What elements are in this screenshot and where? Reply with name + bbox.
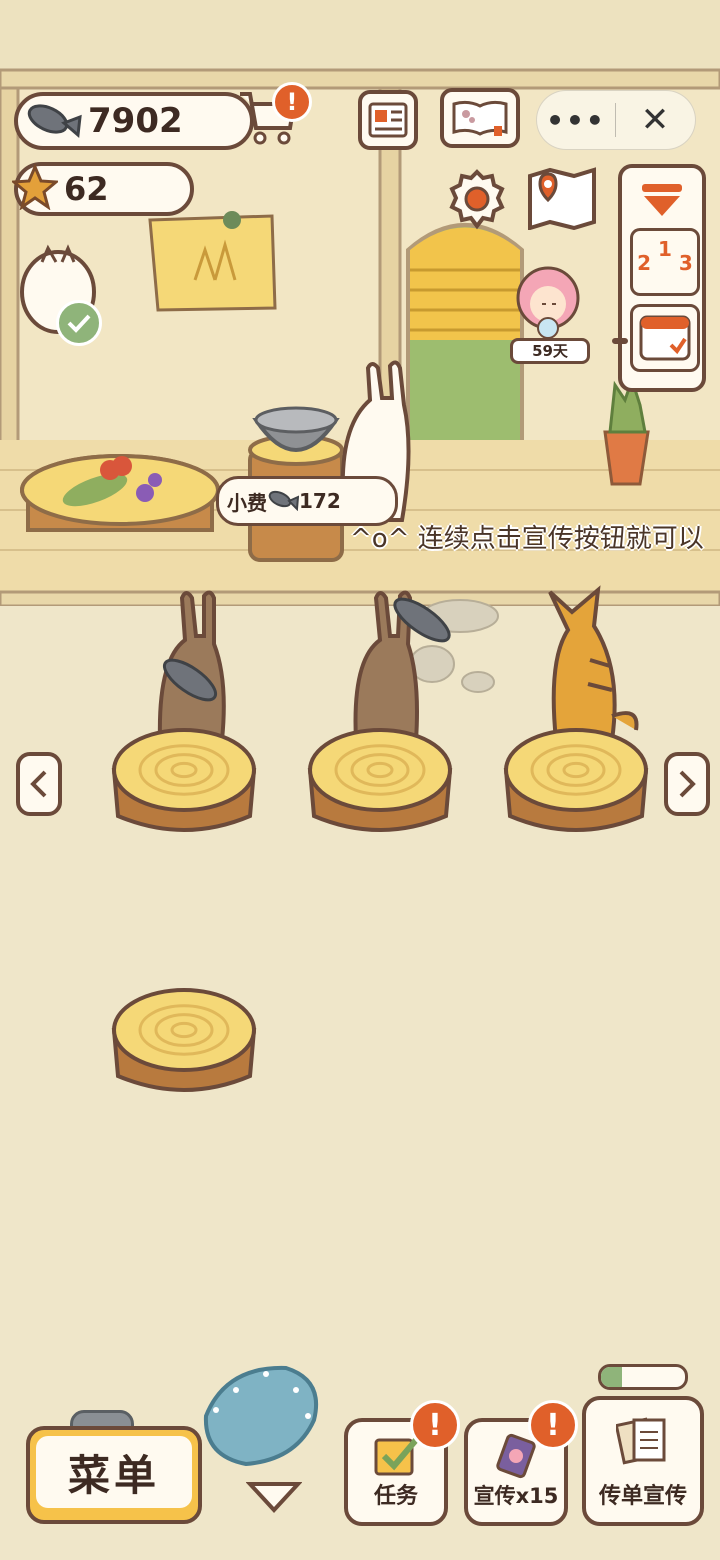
flyers-icon xyxy=(616,1417,666,1465)
fish-currency: 7902 xyxy=(14,92,254,150)
map-poster xyxy=(148,214,277,312)
guest-days-label: 59天 xyxy=(510,338,590,364)
fish-icon xyxy=(24,99,82,143)
tip-amount: 172 xyxy=(299,489,341,513)
collapse-bottom-button[interactable] xyxy=(245,1478,303,1518)
scrolling-hint-text: ^o^ 连续点击宣传按钮就可以 xyxy=(350,524,704,554)
checklist-icon xyxy=(374,1438,419,1476)
task-alert-badge: ! xyxy=(410,1400,460,1450)
guest-girl-avatar[interactable] xyxy=(512,264,584,344)
map-icon xyxy=(528,167,596,231)
newspaper-icon xyxy=(368,102,408,138)
promote-button[interactable]: 宣传x15 ! xyxy=(464,1400,578,1526)
rank-3: 3 xyxy=(678,251,693,275)
collect-check-button[interactable] xyxy=(56,300,102,346)
scroll-left-button[interactable] xyxy=(16,752,62,816)
settings-button[interactable] xyxy=(446,168,508,230)
flyer-progress-fill xyxy=(601,1367,622,1387)
guest-days-label-partial xyxy=(612,338,628,344)
restaurant-scene xyxy=(0,0,720,1560)
stump-seat[interactable] xyxy=(503,728,649,832)
chevron-right-icon xyxy=(679,770,696,798)
rank-2: 2 xyxy=(637,251,652,275)
guest-girl-icon xyxy=(516,266,580,339)
newspaper-button[interactable] xyxy=(358,90,418,150)
tip-label: 小费 xyxy=(227,490,267,515)
collapse-arrow-button[interactable] xyxy=(638,180,686,224)
ranking-podium-icon: 2 1 3 xyxy=(633,237,697,275)
mini-program-capsule: ••• ✕ xyxy=(536,90,696,150)
stump-seat[interactable] xyxy=(111,988,257,1092)
promote-alert-badge: ! xyxy=(528,1400,578,1450)
menu-button[interactable]: 菜单 xyxy=(26,1426,202,1524)
calendar-button[interactable] xyxy=(630,304,700,372)
chevron-down-icon xyxy=(642,184,682,216)
star-currency: 62 xyxy=(10,162,194,216)
flyer-progress-bar xyxy=(598,1364,688,1390)
paw-book-icon xyxy=(452,100,508,136)
side-panel: 2 1 3 xyxy=(618,164,706,392)
promote-label: 宣传x15 xyxy=(473,1484,559,1508)
cat-album-button[interactable] xyxy=(440,88,520,148)
shell-fan-icon xyxy=(203,1365,319,1467)
menu-label: 菜单 xyxy=(36,1436,192,1508)
close-button[interactable]: ✕ xyxy=(616,100,694,140)
stump-seat[interactable] xyxy=(307,728,453,832)
ranking-button[interactable]: 2 1 3 xyxy=(630,228,700,296)
flyer-promotion-label: 传单宣传 xyxy=(598,1484,687,1509)
check-icon xyxy=(67,314,91,333)
cart-alert-badge: ! xyxy=(272,82,312,122)
star-icon xyxy=(10,163,60,214)
scroll-right-button[interactable] xyxy=(664,752,710,816)
fish-count: 7902 xyxy=(88,101,183,141)
rank-1: 1 xyxy=(658,237,672,261)
more-options-button[interactable]: ••• xyxy=(537,104,615,137)
chevron-left-icon xyxy=(30,770,47,798)
star-count: 62 xyxy=(64,170,109,208)
gear-icon xyxy=(449,169,505,230)
task-button[interactable]: 任务 ! xyxy=(344,1400,460,1526)
chevron-down-icon xyxy=(245,1482,303,1513)
task-label: 任务 xyxy=(373,1484,418,1509)
calendar-icon xyxy=(639,315,691,361)
flyer-promotion-button[interactable]: 传单宣传 xyxy=(582,1396,704,1526)
fan-decoration xyxy=(196,1360,322,1470)
shop-cart-button[interactable]: ! xyxy=(236,82,312,148)
map-button[interactable] xyxy=(526,166,598,231)
tip-fish-icon xyxy=(267,487,300,516)
stump-seat[interactable] xyxy=(111,728,257,832)
